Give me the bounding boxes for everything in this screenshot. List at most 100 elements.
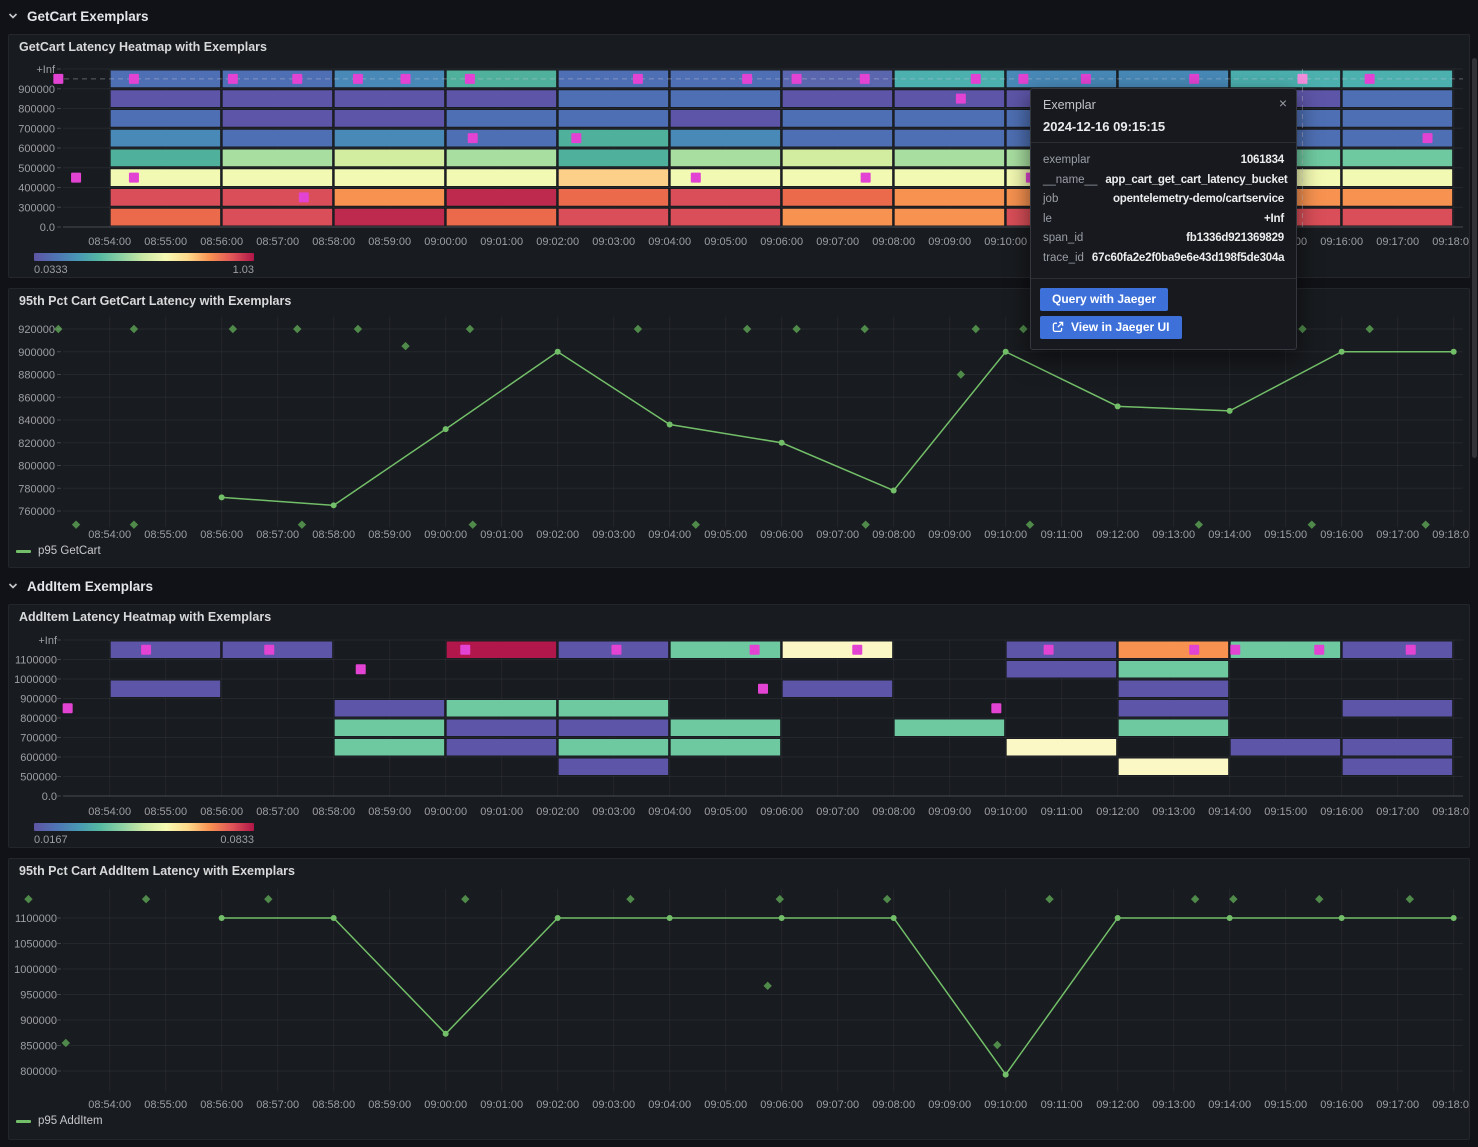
exemplar-marker[interactable] bbox=[1314, 645, 1324, 655]
exemplar-diamond[interactable] bbox=[957, 370, 965, 378]
exemplar-diamond[interactable] bbox=[626, 895, 634, 903]
panel-title: 95th Pct Cart GetCart Latency with Exemp… bbox=[19, 294, 291, 308]
query-with-jaeger-button[interactable]: Query with Jaeger bbox=[1040, 288, 1168, 311]
exemplar-marker[interactable] bbox=[750, 645, 760, 655]
exemplar-marker[interactable] bbox=[956, 94, 966, 104]
exemplar-diamond[interactable] bbox=[1298, 325, 1306, 333]
exemplar-marker-selected[interactable] bbox=[1297, 74, 1307, 84]
exemplar-diamond[interactable] bbox=[293, 325, 301, 333]
exemplar-marker[interactable] bbox=[1423, 133, 1433, 143]
view-in-jaeger-button[interactable]: View in Jaeger UI bbox=[1040, 316, 1182, 339]
exemplar-marker[interactable] bbox=[971, 74, 981, 84]
exemplar-diamond[interactable] bbox=[1045, 895, 1053, 903]
exemplar-marker[interactable] bbox=[1406, 645, 1416, 655]
exemplar-diamond[interactable] bbox=[861, 520, 869, 528]
exemplar-diamond[interactable] bbox=[1195, 520, 1203, 528]
x-axis-label: 09:10:00 bbox=[984, 236, 1027, 248]
exemplar-diamond[interactable] bbox=[72, 520, 80, 528]
section-header-additem[interactable]: AddItem Exemplars bbox=[8, 574, 153, 598]
exemplar-marker[interactable] bbox=[356, 664, 366, 674]
exemplar-diamond[interactable] bbox=[1308, 520, 1316, 528]
exemplar-diamond[interactable] bbox=[1406, 895, 1414, 903]
exemplar-diamond[interactable] bbox=[469, 520, 477, 528]
exemplar-diamond[interactable] bbox=[792, 325, 800, 333]
exemplar-marker[interactable] bbox=[1230, 645, 1240, 655]
exemplar-diamond[interactable] bbox=[264, 895, 272, 903]
exemplar-marker[interactable] bbox=[742, 74, 752, 84]
scrollbar-thumb[interactable] bbox=[1472, 58, 1477, 458]
exemplar-diamond[interactable] bbox=[861, 325, 869, 333]
close-icon[interactable]: × bbox=[1279, 96, 1287, 110]
exemplar-diamond[interactable] bbox=[354, 325, 362, 333]
exemplar-marker[interactable] bbox=[633, 74, 643, 84]
exemplar-marker[interactable] bbox=[465, 74, 475, 84]
x-axis-label: 08:58:00 bbox=[312, 236, 355, 248]
x-axis-label: 09:00:00 bbox=[424, 529, 467, 541]
exemplar-diamond[interactable] bbox=[1191, 895, 1199, 903]
exemplar-diamond[interactable] bbox=[229, 325, 237, 333]
exemplar-marker[interactable] bbox=[571, 133, 581, 143]
legend-item-p95-additem[interactable]: p95 AddItem bbox=[16, 1115, 103, 1127]
section-title: AddItem Exemplars bbox=[27, 579, 153, 594]
exemplar-marker[interactable] bbox=[861, 173, 871, 183]
exemplar-marker[interactable] bbox=[860, 74, 870, 84]
exemplar-diamond[interactable] bbox=[883, 895, 891, 903]
exemplar-marker[interactable] bbox=[468, 133, 478, 143]
exemplar-marker[interactable] bbox=[401, 74, 411, 84]
exemplar-marker[interactable] bbox=[852, 645, 862, 655]
exemplar-diamond[interactable] bbox=[1421, 520, 1429, 528]
exemplar-diamond[interactable] bbox=[993, 1041, 1001, 1049]
exemplar-marker[interactable] bbox=[292, 74, 302, 84]
exemplar-marker[interactable] bbox=[71, 173, 81, 183]
exemplar-marker[interactable] bbox=[129, 74, 139, 84]
exemplar-marker[interactable] bbox=[1365, 74, 1375, 84]
exemplar-marker[interactable] bbox=[991, 703, 1001, 713]
exemplar-marker[interactable] bbox=[1189, 645, 1199, 655]
section-header-getcart[interactable]: GetCart Exemplars bbox=[8, 4, 149, 28]
exemplar-diamond[interactable] bbox=[142, 895, 150, 903]
exemplar-diamond[interactable] bbox=[466, 325, 474, 333]
exemplar-marker[interactable] bbox=[1018, 74, 1028, 84]
exemplar-diamond[interactable] bbox=[763, 982, 771, 990]
legend-item-p95-getcart[interactable]: p95 GetCart bbox=[16, 545, 101, 557]
heatmap-colorscale-gradient bbox=[34, 253, 254, 261]
exemplar-diamond[interactable] bbox=[298, 520, 306, 528]
exemplar-marker[interactable] bbox=[1189, 74, 1199, 84]
y-axis-label: +Inf bbox=[36, 64, 56, 76]
exemplar-marker[interactable] bbox=[63, 703, 73, 713]
exemplar-diamond[interactable] bbox=[24, 895, 32, 903]
exemplar-marker[interactable] bbox=[129, 173, 139, 183]
exemplar-diamond[interactable] bbox=[1365, 325, 1373, 333]
exemplar-marker[interactable] bbox=[691, 173, 701, 183]
exemplar-diamond[interactable] bbox=[1315, 895, 1323, 903]
exemplar-marker[interactable] bbox=[611, 645, 621, 655]
exemplar-marker[interactable] bbox=[1081, 74, 1091, 84]
tooltip-field-key: trace_id bbox=[1043, 249, 1084, 269]
exemplar-diamond[interactable] bbox=[776, 895, 784, 903]
exemplar-diamond[interactable] bbox=[130, 325, 138, 333]
x-axis-label: 09:02:00 bbox=[536, 1099, 579, 1111]
exemplar-marker[interactable] bbox=[460, 645, 470, 655]
exemplar-marker[interactable] bbox=[1044, 645, 1054, 655]
exemplar-diamond[interactable] bbox=[1229, 895, 1237, 903]
exemplar-marker[interactable] bbox=[792, 74, 802, 84]
exemplar-diamond[interactable] bbox=[1019, 325, 1027, 333]
heatmap-cell bbox=[894, 110, 1005, 128]
exemplar-marker[interactable] bbox=[141, 645, 151, 655]
exemplar-diamond[interactable] bbox=[130, 520, 138, 528]
exemplar-marker[interactable] bbox=[299, 192, 309, 202]
exemplar-diamond[interactable] bbox=[1026, 520, 1034, 528]
heatmap-cell bbox=[670, 208, 781, 226]
exemplar-diamond[interactable] bbox=[692, 520, 700, 528]
exemplar-diamond[interactable] bbox=[634, 325, 642, 333]
exemplar-marker[interactable] bbox=[228, 74, 238, 84]
exemplar-marker[interactable] bbox=[353, 74, 363, 84]
exemplar-marker[interactable] bbox=[758, 684, 768, 694]
y-axis-label: 900000 bbox=[20, 694, 57, 706]
exemplar-diamond[interactable] bbox=[461, 895, 469, 903]
y-axis-label: 850000 bbox=[20, 1041, 57, 1053]
exemplar-diamond[interactable] bbox=[972, 325, 980, 333]
exemplar-diamond[interactable] bbox=[401, 342, 409, 350]
exemplar-marker[interactable] bbox=[264, 645, 274, 655]
exemplar-diamond[interactable] bbox=[743, 325, 751, 333]
